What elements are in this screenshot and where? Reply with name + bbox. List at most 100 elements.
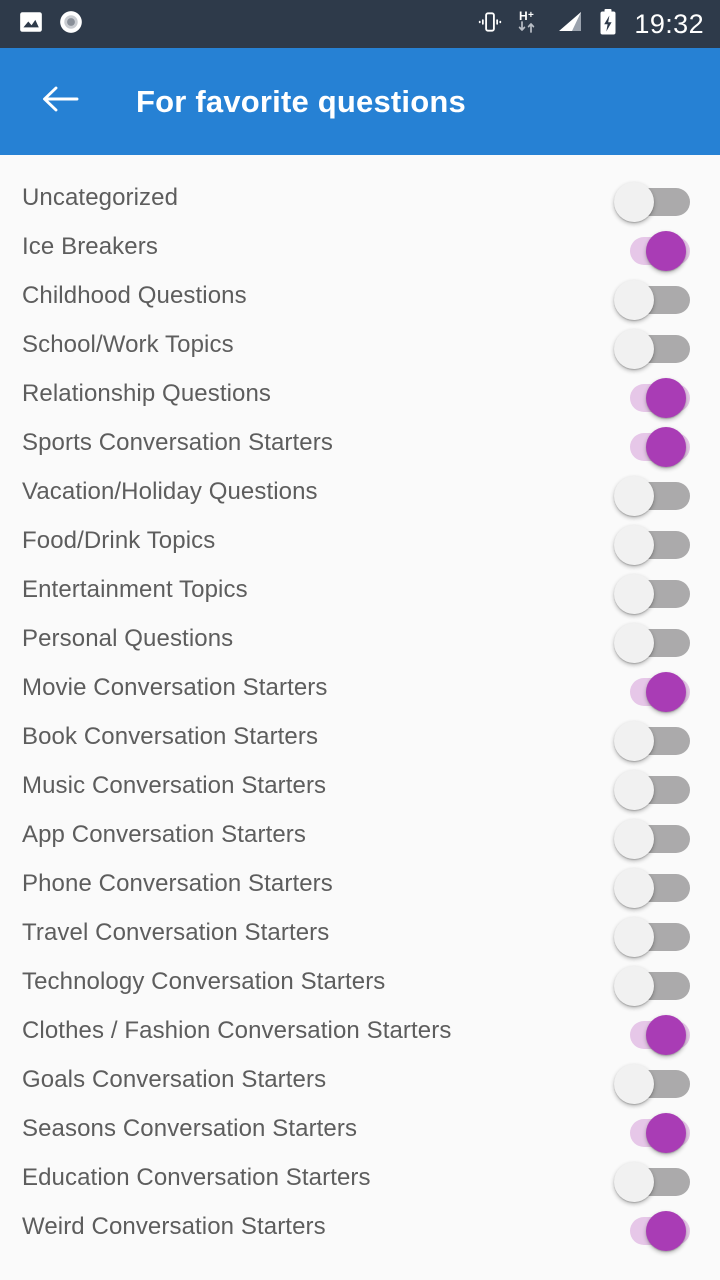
toggle-thumb: [614, 573, 654, 614]
list-item[interactable]: Entertainment Topics: [0, 565, 720, 614]
list-item-label: Education Conversation Starters: [22, 1163, 371, 1191]
list-item[interactable]: Ice Breakers: [0, 222, 720, 271]
list-item[interactable]: Book Conversation Starters: [0, 712, 720, 761]
toggle-thumb: [614, 622, 654, 663]
list-item-label: Vacation/Holiday Questions: [22, 477, 318, 505]
list-item-label: Entertainment Topics: [22, 575, 248, 603]
list-item[interactable]: Clothes / Fashion Conversation Starters: [0, 1006, 720, 1055]
toggle-thumb: [646, 1210, 686, 1251]
toggle-switch[interactable]: [614, 815, 690, 859]
list-item[interactable]: Goals Conversation Starters: [0, 1055, 720, 1104]
toggle-switch[interactable]: [618, 423, 690, 467]
list-item-label: Ice Breakers: [22, 232, 158, 260]
toggle-thumb: [614, 867, 654, 908]
toggle-switch[interactable]: [618, 1011, 690, 1055]
list-item[interactable]: Movie Conversation Starters: [0, 663, 720, 712]
battery-charging-icon: [598, 8, 618, 41]
list-item[interactable]: Uncategorized: [0, 173, 720, 222]
list-item[interactable]: Weird Conversation Starters: [0, 1202, 720, 1251]
toggle-thumb: [614, 916, 654, 957]
toggle-thumb: [646, 671, 686, 712]
toggle-thumb: [614, 475, 654, 516]
list-item[interactable]: School/Work Topics: [0, 320, 720, 369]
list-item-label: Phone Conversation Starters: [22, 869, 333, 897]
list-item[interactable]: Music Conversation Starters: [0, 761, 720, 810]
list-item[interactable]: Childhood Questions: [0, 271, 720, 320]
list-item-label: Travel Conversation Starters: [22, 918, 330, 946]
list-item-label: Sports Conversation Starters: [22, 428, 333, 456]
toggle-switch[interactable]: [614, 962, 690, 1006]
toggle-switch[interactable]: [614, 178, 690, 222]
image-icon: [18, 9, 44, 40]
toggle-switch[interactable]: [614, 717, 690, 761]
list-item-label: Weird Conversation Starters: [22, 1212, 326, 1240]
signal-bars-icon: [557, 9, 585, 40]
list-item-label: Book Conversation Starters: [22, 722, 319, 750]
vibrate-icon: [477, 9, 503, 40]
svg-text:H: H: [519, 9, 528, 23]
status-bar-left-icons: [18, 9, 84, 40]
toggle-switch[interactable]: [614, 864, 690, 908]
list-item-label: Personal Questions: [22, 624, 234, 652]
status-bar-clock: 19:32: [634, 8, 704, 39]
list-item[interactable]: Relationship Questions: [0, 369, 720, 418]
toggle-switch[interactable]: [614, 325, 690, 369]
list-item[interactable]: Travel Conversation Starters: [0, 908, 720, 957]
list-item-label: Food/Drink Topics: [22, 526, 216, 554]
toggle-thumb: [614, 328, 654, 369]
list-item-label: Music Conversation Starters: [22, 771, 327, 799]
network-hplus-icon: H +: [516, 8, 544, 41]
arrow-left-icon: [40, 83, 80, 120]
toggle-switch[interactable]: [618, 227, 690, 271]
list-item-label: Clothes / Fashion Conversation Starters: [22, 1016, 452, 1044]
list-item[interactable]: Food/Drink Topics: [0, 516, 720, 565]
list-item-label: Childhood Questions: [22, 281, 247, 309]
list-item-label: Movie Conversation Starters: [22, 673, 328, 701]
list-item[interactable]: Education Conversation Starters: [0, 1153, 720, 1202]
toggle-thumb: [614, 279, 654, 320]
status-bar: H + 19:32: [0, 0, 720, 48]
toggle-thumb: [646, 377, 686, 418]
list-item-label: Relationship Questions: [22, 379, 272, 407]
app-bar: For favorite questions: [0, 48, 720, 155]
toggle-thumb: [614, 818, 654, 859]
status-bar-right-icons: H + 19:32: [477, 8, 704, 41]
toggle-thumb: [646, 1014, 686, 1055]
toggle-switch[interactable]: [614, 766, 690, 810]
svg-text:+: +: [528, 10, 534, 21]
toggle-switch[interactable]: [618, 1109, 690, 1153]
toggle-switch[interactable]: [614, 1060, 690, 1104]
toggle-switch[interactable]: [614, 472, 690, 516]
page-title: For favorite questions: [136, 83, 466, 119]
list-item-label: App Conversation Starters: [22, 820, 306, 848]
toggle-switch[interactable]: [618, 1207, 690, 1251]
list-item[interactable]: App Conversation Starters: [0, 810, 720, 859]
back-button[interactable]: [34, 76, 86, 128]
list-item[interactable]: Seasons Conversation Starters: [0, 1104, 720, 1153]
toggle-switch[interactable]: [618, 668, 690, 712]
list-item-label: Seasons Conversation Starters: [22, 1114, 358, 1142]
list-item[interactable]: Vacation/Holiday Questions: [0, 467, 720, 516]
list-item[interactable]: Personal Questions: [0, 614, 720, 663]
list-item-label: Uncategorized: [22, 183, 179, 211]
list-item-label: Technology Conversation Starters: [22, 967, 386, 995]
toggle-switch[interactable]: [614, 619, 690, 663]
list-item-label: Goals Conversation Starters: [22, 1065, 327, 1093]
toggle-thumb: [614, 1063, 654, 1104]
toggle-switch[interactable]: [614, 570, 690, 614]
toggle-switch[interactable]: [614, 276, 690, 320]
toggle-switch[interactable]: [618, 374, 690, 418]
list-item[interactable]: Technology Conversation Starters: [0, 957, 720, 1006]
toggle-thumb: [614, 524, 654, 565]
toggle-thumb: [614, 965, 654, 1006]
toggle-thumb: [614, 720, 654, 761]
toggle-thumb: [614, 1161, 654, 1202]
list-item[interactable]: Phone Conversation Starters: [0, 859, 720, 908]
toggle-switch[interactable]: [614, 521, 690, 565]
toggle-switch[interactable]: [614, 913, 690, 957]
toggle-thumb: [646, 426, 686, 467]
toggle-thumb: [646, 230, 686, 271]
toggle-switch[interactable]: [614, 1158, 690, 1202]
list-item[interactable]: Sports Conversation Starters: [0, 418, 720, 467]
toggle-thumb: [614, 769, 654, 810]
